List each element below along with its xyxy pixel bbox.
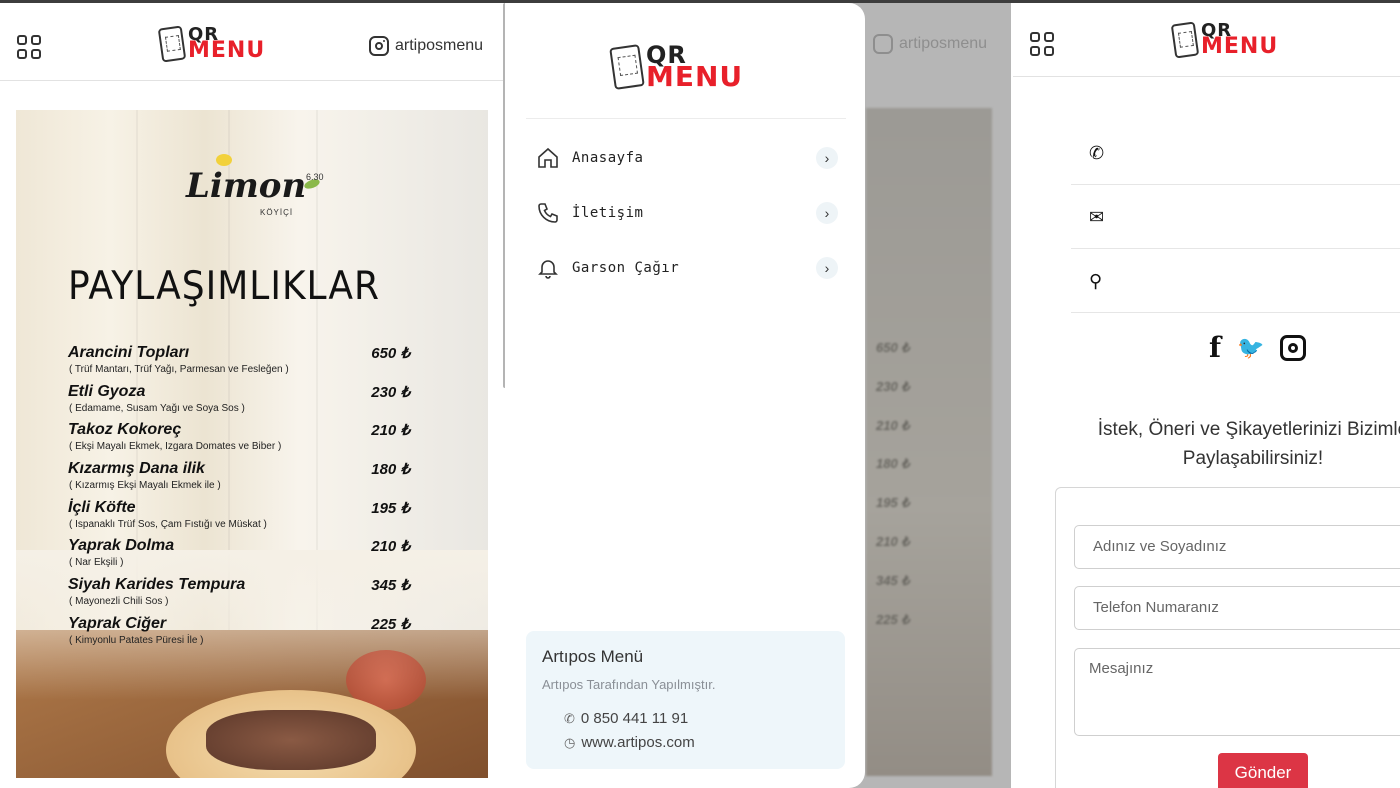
meat-dish (206, 710, 376, 770)
menu-item: Yaprak Dolma( Nar Ekşili ) 210 ₺ (68, 537, 410, 569)
qr-menu-logo[interactable]: QR MENU (609, 43, 744, 94)
restaurant-logo: Limon (186, 154, 321, 206)
background-instagram: artiposmenu (873, 34, 987, 54)
company-website[interactable]: ◷ www.artipos.com (564, 734, 695, 751)
phone-icon: ✆ (564, 710, 575, 726)
category-title: PAYLAŞIMLIKLAR (68, 263, 381, 310)
company-title: Artıpos Menü (542, 647, 644, 666)
chevron-right-icon: › (816, 202, 838, 224)
header: QR MENU (1013, 3, 1400, 77)
qr-menu-logo[interactable]: QR MENU (1170, 21, 1279, 60)
qr-phone-icon (157, 25, 187, 63)
home-icon (536, 146, 560, 170)
header: QR MENU artiposmenu (0, 3, 505, 81)
phone-icon: ✆ (1089, 143, 1105, 163)
submit-button[interactable]: Gönder (1218, 753, 1308, 788)
nav-item-iletisim[interactable]: İletişim › (536, 195, 838, 231)
message-field[interactable]: Mesajınız (1074, 648, 1400, 736)
instagram-icon (369, 36, 389, 56)
menu-item: Etli Gyoza( Edamame, Susam Yağı ve Soya … (68, 382, 410, 414)
feedback-headline: İstek, Öneri ve Şikayetlerinizi Bizimle … (1097, 419, 1400, 469)
menu-image: Limon 6.30 KÖYİÇİ PAYLAŞIMLIKLAR Arancin… (16, 110, 488, 778)
bell-icon (536, 256, 560, 280)
envelope-icon: ✉ (1089, 207, 1105, 227)
phone-field[interactable]: Telefon Numaranız (1074, 586, 1400, 630)
qr-menu-logo[interactable]: QR MENU (157, 25, 266, 64)
facebook-icon[interactable]: f (1209, 331, 1221, 364)
nav-label: İletişim (572, 205, 644, 221)
social-links: f 🐦 (1209, 331, 1307, 364)
grid-menu-icon[interactable] (1030, 32, 1056, 58)
instagram-icon (873, 34, 893, 54)
company-info-card: Artıpos Menü Artıpos Tarafından Yapılmış… (526, 631, 845, 769)
twitter-icon[interactable]: 🐦 (1237, 335, 1264, 361)
grid-menu-icon[interactable] (17, 35, 43, 61)
logo-bottom-text: MENU (188, 38, 266, 64)
menu-item: Arancini Topları( Trüf Mantarı, Trüf Yağ… (68, 344, 410, 375)
chevron-right-icon: › (816, 147, 838, 169)
menu-item: İçli Köfte( Ispanaklı Trüf Sos, Çam Fıst… (68, 498, 410, 530)
drawer-panel: artiposmenu 650 ₺ 230 ₺ 210 ₺ 180 ₺ 195 … (506, 3, 1011, 788)
menu-page-panel: QR MENU artiposmenu Limon 6.30 KÖYİÇİ PA… (0, 3, 505, 788)
contact-location-row[interactable]: ⚲ (1071, 249, 1400, 313)
drawer-header: QR MENU (526, 3, 846, 119)
qr-phone-icon (609, 44, 645, 90)
map-pin-icon: ⚲ (1089, 271, 1103, 291)
scrollbar[interactable] (503, 3, 505, 388)
restaurant-logo-top: 6.30 (306, 172, 324, 182)
name-field[interactable]: Adınız ve Soyadınız (1074, 525, 1400, 569)
instagram-link[interactable]: artiposmenu (369, 36, 483, 56)
menu-items-list: Arancini Topları( Trüf Mantarı, Trüf Yağ… (68, 344, 418, 654)
contact-phone-row[interactable]: ✆ (1071, 121, 1400, 185)
feedback-form: Adınız ve Soyadınız Telefon Numaranız Me… (1055, 487, 1400, 788)
contact-email-row[interactable]: ✉ (1071, 185, 1400, 249)
clock-icon: ◷ (564, 734, 576, 750)
lemon-icon (216, 154, 232, 166)
nav-item-garson-cagir[interactable]: Garson Çağır › (536, 250, 838, 286)
logo-bottom-text: MENU (646, 60, 744, 94)
instagram-icon[interactable] (1280, 334, 1307, 361)
nav-label: Garson Çağır (572, 260, 680, 276)
company-phone[interactable]: ✆ 0 850 441 11 91 (564, 710, 688, 727)
menu-item: Yaprak Ciğer( Kimyonlu Patates Püresi İl… (68, 614, 410, 646)
logo-bottom-text: MENU (1201, 34, 1279, 60)
menu-item: Kızarmış Dana ilik( Kızarmış Ekşi Mayalı… (68, 460, 410, 492)
background-menu-image: 650 ₺ 230 ₺ 210 ₺ 180 ₺ 195 ₺ 210 ₺ 345 … (866, 108, 992, 776)
company-subtitle: Artıpos Tarafından Yapılmıştır. (542, 677, 716, 692)
stage: QR MENU artiposmenu Limon 6.30 KÖYİÇİ PA… (0, 0, 1400, 788)
menu-item: Takoz Kokoreç( Ekşi Mayalı Ekmek, Izgara… (68, 421, 410, 453)
restaurant-logo-sub: KÖYİÇİ (260, 208, 294, 217)
instagram-handle: artiposmenu (395, 37, 484, 54)
qr-phone-icon (1170, 21, 1200, 59)
nav-item-anasayfa[interactable]: Anasayfa › (536, 140, 838, 176)
contact-page-panel: QR MENU ✆ ✉ ⚲ f 🐦 İstek, Öneri ve Şikaye… (1013, 3, 1400, 788)
menu-item: Siyah Karides Tempura( Mayonezli Chili S… (68, 576, 410, 608)
side-drawer: QR MENU Anasayfa › İletişim › Garson Çağ… (506, 3, 865, 788)
phone-icon (536, 201, 560, 225)
chevron-right-icon: › (816, 257, 838, 279)
nav-label: Anasayfa (572, 150, 644, 166)
